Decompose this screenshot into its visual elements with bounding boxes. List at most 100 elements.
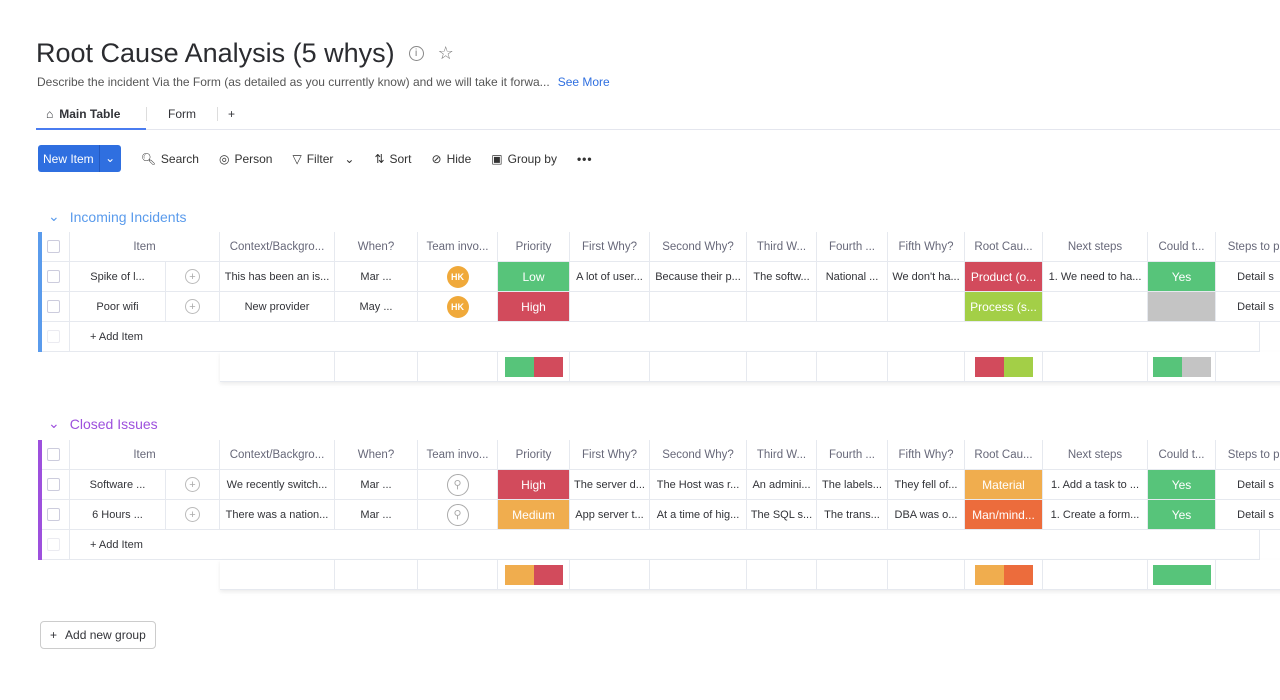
steps-cell[interactable]: Detail s (1216, 292, 1280, 322)
why3-cell[interactable] (747, 292, 817, 322)
steps-cell[interactable]: Detail s (1216, 262, 1280, 292)
more-options-button[interactable]: ••• (577, 152, 593, 166)
column-header[interactable]: Team invo... (418, 232, 498, 262)
why5-cell[interactable]: DBA was o... (888, 500, 965, 530)
item-name-cell[interactable]: Software ... (70, 470, 166, 500)
empty-person-icon[interactable]: ⚲ (446, 473, 469, 496)
column-header[interactable]: When? (335, 232, 418, 262)
chevron-down-icon[interactable]: ⌄ (98, 145, 121, 172)
why2-cell[interactable]: The Host was r... (650, 470, 747, 500)
next-cell[interactable]: 1. Create a form... (1043, 500, 1148, 530)
priority-summary-bar[interactable] (504, 356, 563, 377)
chevron-down-icon[interactable]: ⌄ (48, 208, 60, 225)
column-header[interactable]: Team invo... (418, 440, 498, 470)
root-cell[interactable]: Product (o... (965, 262, 1043, 292)
next-cell[interactable]: 1. Add a task to ... (1043, 470, 1148, 500)
could-cell[interactable] (1148, 292, 1216, 322)
column-header[interactable]: Fifth Why? (888, 232, 965, 262)
avatar[interactable]: HK (446, 295, 469, 318)
root-summary-bar[interactable] (974, 564, 1033, 585)
column-header[interactable]: Second Why? (650, 440, 747, 470)
see-more-link[interactable]: See More (558, 75, 610, 89)
checkbox[interactable] (47, 270, 60, 283)
add-update-button[interactable]: + (166, 292, 220, 322)
root-summary-bar[interactable] (974, 356, 1033, 377)
empty-person-icon[interactable]: ⚲ (446, 503, 469, 526)
avatar[interactable]: HK (446, 265, 469, 288)
item-name-cell[interactable]: Poor wifi (70, 292, 166, 322)
why4-cell[interactable] (817, 292, 888, 322)
column-header[interactable]: First Why? (570, 232, 650, 262)
why5-cell[interactable]: We don't ha... (888, 262, 965, 292)
priority-cell[interactable]: Low (498, 262, 570, 292)
column-header[interactable]: Fifth Why? (888, 440, 965, 470)
why3-cell[interactable]: The softw... (747, 262, 817, 292)
why4-cell[interactable]: National ... (817, 262, 888, 292)
hide-button[interactable]: ⊘ Hide (432, 152, 472, 166)
steps-cell[interactable]: Detail s (1216, 500, 1280, 530)
group-by-button[interactable]: ▣ Group by (491, 152, 557, 166)
column-header[interactable]: Next steps (1043, 440, 1148, 470)
tab-form[interactable]: Form (147, 104, 217, 130)
next-cell[interactable] (1043, 292, 1148, 322)
column-header[interactable]: Priority (498, 440, 570, 470)
why1-cell[interactable]: App server t... (570, 500, 650, 530)
why1-cell[interactable]: The server d... (570, 470, 650, 500)
column-header[interactable]: Context/Backgro... (220, 440, 335, 470)
tab-main-table[interactable]: ⌂ Main Table (36, 104, 146, 130)
priority-cell[interactable]: High (498, 470, 570, 500)
why5-cell[interactable]: They fell of... (888, 470, 965, 500)
row-checkbox[interactable] (38, 470, 70, 500)
why1-cell[interactable]: A lot of user... (570, 262, 650, 292)
context-cell[interactable]: This has been an is... (220, 262, 335, 292)
priority-summary-bar[interactable] (504, 564, 563, 585)
filter-button[interactable]: ▽ Filter ⌄ (292, 152, 354, 166)
column-header[interactable]: When? (335, 440, 418, 470)
could-summary-bar[interactable] (1152, 356, 1211, 377)
checkbox[interactable] (47, 300, 60, 313)
column-header[interactable]: Third W... (747, 232, 817, 262)
team-cell[interactable]: HK (418, 262, 498, 292)
chevron-down-icon[interactable]: ⌄ (48, 415, 60, 432)
could-cell[interactable]: Yes (1148, 262, 1216, 292)
row-checkbox[interactable] (38, 262, 70, 292)
when-cell[interactable]: Mar ... (335, 470, 418, 500)
why1-cell[interactable] (570, 292, 650, 322)
add-item-input[interactable]: + Add Item (70, 322, 1260, 352)
sort-button[interactable]: ⇅ Sort (374, 152, 411, 166)
context-cell[interactable]: We recently switch... (220, 470, 335, 500)
root-cell[interactable]: Material (965, 470, 1043, 500)
context-cell[interactable]: There was a nation... (220, 500, 335, 530)
info-icon[interactable]: i (408, 46, 424, 61)
person-filter-button[interactable]: ◎ Person (219, 152, 273, 166)
column-header[interactable]: Context/Backgro... (220, 232, 335, 262)
column-header[interactable]: Third W... (747, 440, 817, 470)
team-cell[interactable]: HK (418, 292, 498, 322)
column-header-item[interactable]: Item (70, 232, 220, 262)
next-cell[interactable]: 1. We need to ha... (1043, 262, 1148, 292)
select-all-checkbox[interactable] (38, 440, 70, 470)
add-item-input[interactable]: + Add Item (70, 530, 1260, 560)
new-item-button[interactable]: New Item ⌄ (38, 145, 121, 172)
why4-cell[interactable]: The labels... (817, 470, 888, 500)
chevron-down-icon[interactable]: ⌄ (344, 152, 354, 166)
row-checkbox[interactable] (38, 500, 70, 530)
add-new-group-button[interactable]: + Add new group (40, 621, 156, 649)
select-all-checkbox[interactable] (38, 232, 70, 262)
why2-cell[interactable]: Because their p... (650, 262, 747, 292)
column-header[interactable]: Root Cau... (965, 440, 1043, 470)
priority-cell[interactable]: Medium (498, 500, 570, 530)
priority-cell[interactable]: High (498, 292, 570, 322)
star-icon[interactable]: ☆ (438, 43, 454, 64)
when-cell[interactable]: Mar ... (335, 262, 418, 292)
why3-cell[interactable]: The SQL s... (747, 500, 817, 530)
column-header[interactable]: Fourth ... (817, 440, 888, 470)
column-header-item[interactable]: Item (70, 440, 220, 470)
root-cell[interactable]: Process (s... (965, 292, 1043, 322)
why5-cell[interactable] (888, 292, 965, 322)
add-update-button[interactable]: + (166, 500, 220, 530)
when-cell[interactable]: May ... (335, 292, 418, 322)
column-header[interactable]: Fourth ... (817, 232, 888, 262)
could-cell[interactable]: Yes (1148, 470, 1216, 500)
group-header[interactable]: ⌄ Incoming Incidents (48, 208, 186, 225)
